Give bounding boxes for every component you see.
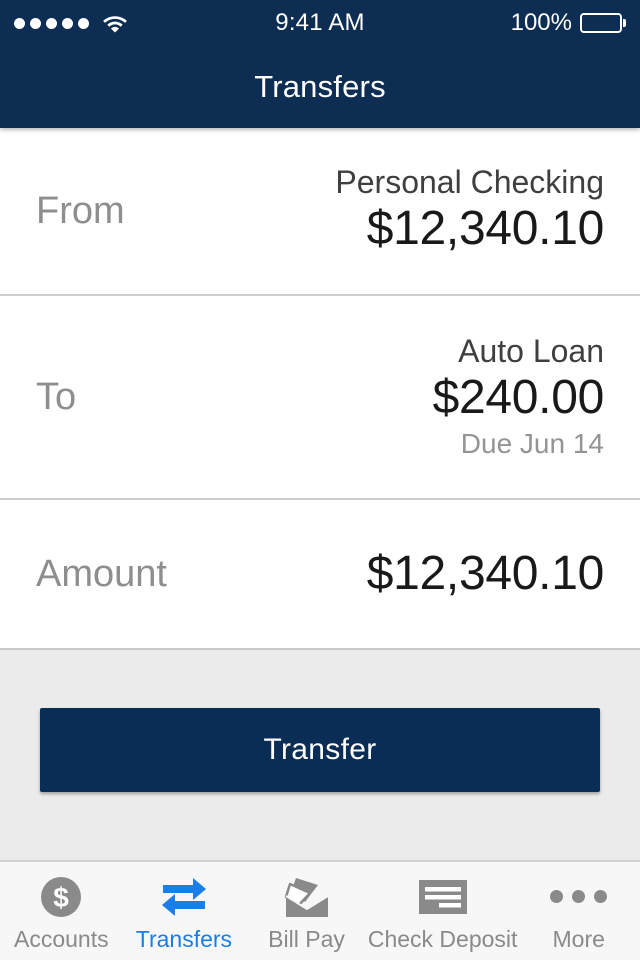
to-account-due-date: Due Jun 14	[460, 427, 604, 459]
signal-strength-dots-icon	[14, 17, 89, 29]
tab-transfers-label: Transfers	[135, 925, 233, 952]
status-bar-clock: 9:41 AM	[275, 9, 365, 36]
tab-transfers[interactable]: Transfers	[123, 862, 246, 960]
amount-value: $12,340.10	[366, 546, 605, 600]
tab-more-label: More	[552, 925, 605, 952]
to-account-row[interactable]: To Auto Loan $240.00 Due Jun 14	[0, 296, 640, 500]
tab-accounts[interactable]: $ Accounts	[0, 862, 123, 960]
action-panel: Transfer	[0, 648, 640, 860]
tab-more[interactable]: More	[517, 862, 640, 960]
tab-accounts-label: Accounts	[14, 925, 109, 952]
amount-label: Amount	[36, 552, 167, 595]
dollar-circle-icon: $	[38, 874, 84, 920]
tab-bar: $ Accounts Transfers Bill Pay Check Depo…	[0, 860, 640, 960]
amount-values: $12,340.10	[366, 546, 605, 603]
from-account-balance: $12,340.10	[366, 202, 605, 256]
to-account-amount: $240.00	[432, 371, 605, 425]
status-bar: 9:41 AM 100%	[0, 0, 640, 46]
tab-check-deposit-label: Check Deposit	[367, 925, 518, 952]
page-title: Transfers	[254, 69, 386, 104]
to-label: To	[36, 375, 77, 418]
two-way-arrows-icon	[159, 874, 209, 920]
from-label: From	[36, 189, 125, 232]
battery-percent-label: 100%	[510, 9, 572, 36]
ellipsis-icon	[550, 874, 608, 920]
status-bar-left	[14, 13, 275, 33]
tab-bill-pay-label: Bill Pay	[268, 925, 345, 952]
to-values: Auto Loan $240.00 Due Jun 14	[432, 333, 605, 460]
transfer-button[interactable]: Transfer	[40, 708, 600, 792]
from-account-row[interactable]: From Personal Checking $12,340.10	[0, 128, 640, 296]
tab-check-deposit[interactable]: Check Deposit	[367, 862, 518, 960]
from-values: Personal Checking $12,340.10	[335, 164, 604, 257]
transfer-form: From Personal Checking $12,340.10 To Aut…	[0, 128, 640, 648]
status-bar-right: 100%	[365, 9, 626, 37]
to-account-name: Auto Loan	[458, 333, 604, 370]
tab-bill-pay[interactable]: Bill Pay	[245, 862, 368, 960]
app-screen: 9:41 AM 100% Transfers From Personal Che…	[0, 0, 640, 960]
envelope-mail-icon	[281, 874, 333, 920]
amount-row[interactable]: Amount $12,340.10	[0, 500, 640, 648]
from-account-name: Personal Checking	[335, 164, 604, 201]
svg-text:$: $	[54, 882, 70, 913]
navigation-bar: Transfers	[0, 46, 640, 128]
battery-full-icon	[580, 13, 626, 33]
check-document-icon	[417, 874, 469, 920]
wifi-icon	[102, 13, 128, 33]
